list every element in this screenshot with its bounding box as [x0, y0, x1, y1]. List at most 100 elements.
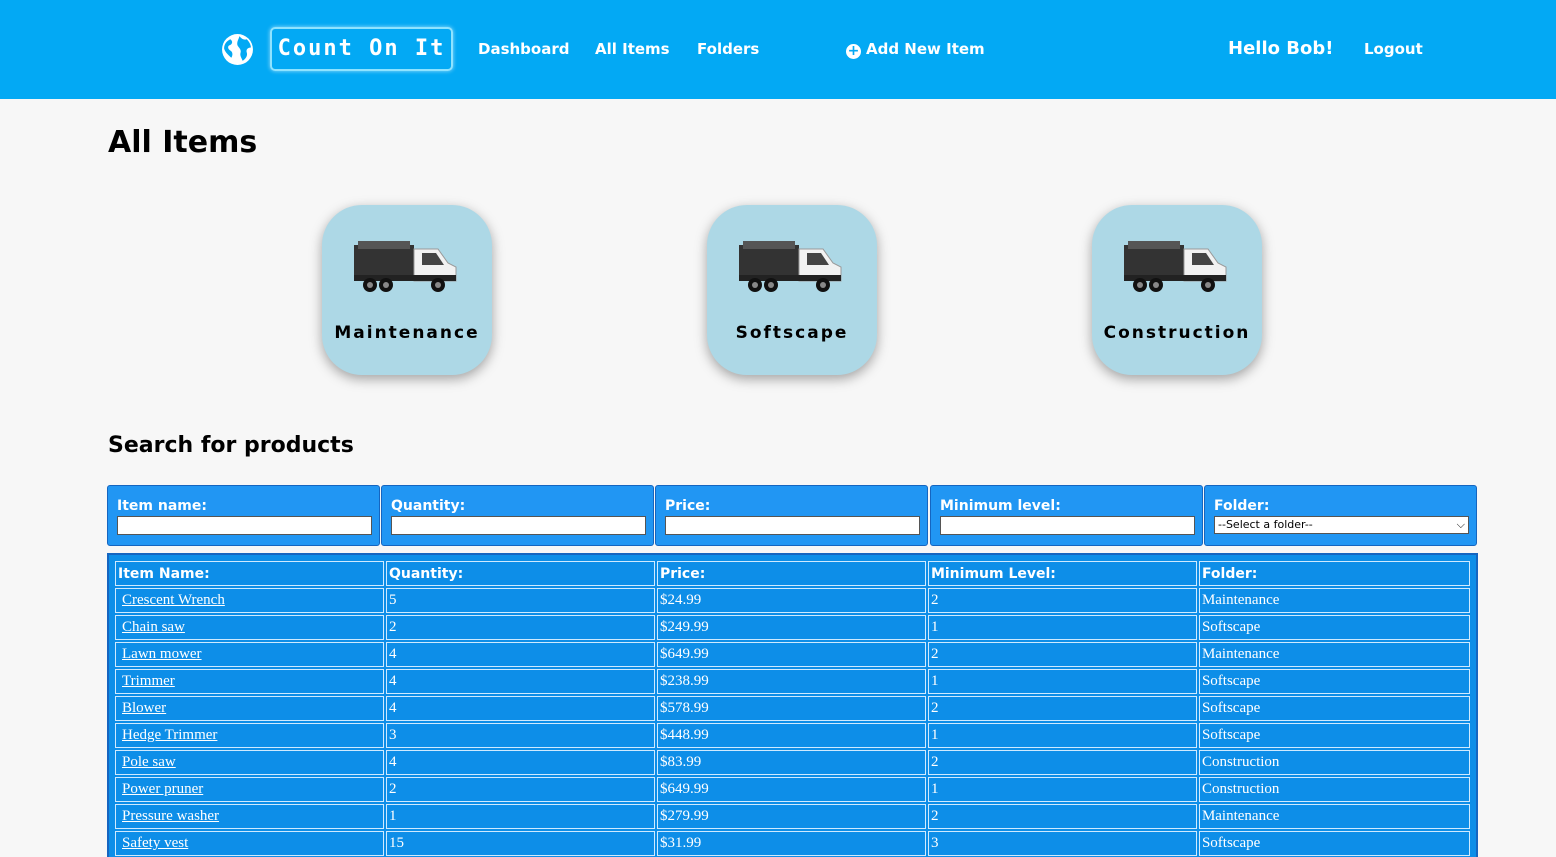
folder-card-softscape[interactable]: Softscape — [707, 205, 877, 375]
plus-circle-icon: + — [846, 43, 861, 59]
header-folder[interactable]: Folder: — [1198, 561, 1470, 586]
table-row: Pressure washer 1 $279.99 2 Maintenance — [115, 804, 1470, 829]
cell-folder: Construction — [1198, 777, 1470, 802]
item-link[interactable]: Crescent Wrench — [118, 592, 225, 608]
items-table: Item Name: Quantity: Price: Minimum Leve… — [113, 559, 1472, 857]
filter-folder: Folder: --Select a folder-- ⌵ — [1204, 485, 1477, 546]
filter-label: Item name: — [117, 498, 207, 514]
table-header-row: Item Name: Quantity: Price: Minimum Leve… — [115, 561, 1470, 586]
cell-price: $24.99 — [656, 588, 926, 613]
cell-minimum-level: 1 — [927, 615, 1197, 640]
cell-quantity: 4 — [385, 669, 655, 694]
cell-quantity: 4 — [385, 696, 655, 721]
cell-folder: Maintenance — [1198, 642, 1470, 667]
quantity-input[interactable] — [391, 516, 646, 535]
item-link[interactable]: Chain saw — [118, 619, 185, 635]
table-row: Lawn mower 4 $649.99 2 Maintenance — [115, 642, 1470, 667]
table-row: Pole saw 4 $83.99 2 Construction — [115, 750, 1470, 775]
table-row: Chain saw 2 $249.99 1 Softscape — [115, 615, 1470, 640]
cell-folder: Softscape — [1198, 669, 1470, 694]
cell-minimum-level: 1 — [927, 723, 1197, 748]
cell-price: $279.99 — [656, 804, 926, 829]
item-link[interactable]: Pressure washer — [118, 808, 219, 824]
cell-item-name: Pressure washer — [115, 804, 384, 829]
cell-item-name: Trimmer — [115, 669, 384, 694]
cell-minimum-level: 2 — [927, 642, 1197, 667]
cell-quantity: 5 — [385, 588, 655, 613]
cell-quantity: 3 — [385, 723, 655, 748]
table-row: Safety vest 15 $31.99 3 Softscape — [115, 831, 1470, 856]
cell-price: $238.99 — [656, 669, 926, 694]
cell-folder: Maintenance — [1198, 588, 1470, 613]
item-link[interactable]: Safety vest — [118, 835, 188, 851]
header-price[interactable]: Price: — [656, 561, 926, 586]
cell-quantity: 4 — [385, 642, 655, 667]
minimum-level-input[interactable] — [940, 516, 1195, 535]
cell-price: $649.99 — [656, 777, 926, 802]
cell-item-name: Blower — [115, 696, 384, 721]
cell-price: $578.99 — [656, 696, 926, 721]
folder-label: Maintenance — [334, 323, 480, 343]
navbar: Count On It Dashboard All Items Folders … — [0, 0, 1556, 99]
cell-price: $448.99 — [656, 723, 926, 748]
item-link[interactable]: Power pruner — [118, 781, 203, 797]
search-filters: Item name: Quantity: Price: Minimum leve… — [107, 485, 1478, 546]
cell-item-name: Lawn mower — [115, 642, 384, 667]
folder-card-maintenance[interactable]: Maintenance — [322, 205, 492, 375]
cell-minimum-level: 3 — [927, 831, 1197, 856]
add-new-item-label: Add New Item — [866, 40, 985, 58]
cell-quantity: 2 — [385, 615, 655, 640]
filter-label: Quantity: — [391, 498, 466, 514]
cell-minimum-level: 2 — [927, 750, 1197, 775]
cell-item-name: Crescent Wrench — [115, 588, 384, 613]
header-quantity[interactable]: Quantity: — [385, 561, 655, 586]
nav-logout[interactable]: Logout — [1364, 40, 1423, 58]
table-row: Power pruner 2 $649.99 1 Construction — [115, 777, 1470, 802]
item-link[interactable]: Hedge Trimmer — [118, 727, 217, 743]
cell-price: $31.99 — [656, 831, 926, 856]
cell-price: $249.99 — [656, 615, 926, 640]
items-table-container: Item Name: Quantity: Price: Minimum Leve… — [107, 553, 1478, 857]
brand-logo[interactable]: Count On It — [270, 27, 453, 71]
filter-price: Price: — [655, 485, 928, 546]
cell-folder: Softscape — [1198, 723, 1470, 748]
nav-all-items[interactable]: All Items — [595, 40, 670, 58]
cell-minimum-level: 2 — [927, 588, 1197, 613]
nav-dashboard[interactable]: Dashboard — [478, 40, 569, 58]
filter-label: Minimum level: — [940, 498, 1061, 514]
table-row: Blower 4 $578.99 2 Softscape — [115, 696, 1470, 721]
item-link[interactable]: Pole saw — [118, 754, 176, 770]
item-link[interactable]: Blower — [118, 700, 166, 716]
cell-folder: Construction — [1198, 750, 1470, 775]
filter-label: Folder: — [1214, 498, 1270, 514]
nav-folders[interactable]: Folders — [697, 40, 759, 58]
filter-label: Price: — [665, 498, 711, 514]
header-item-name[interactable]: Item Name: — [115, 561, 384, 586]
folder-select[interactable]: --Select a folder-- ⌵ — [1214, 516, 1469, 534]
folder-label: Softscape — [735, 323, 849, 343]
cell-item-name: Hedge Trimmer — [115, 723, 384, 748]
price-input[interactable] — [665, 516, 920, 535]
cell-quantity: 2 — [385, 777, 655, 802]
page-title: All Items — [108, 125, 258, 160]
cell-folder: Maintenance — [1198, 804, 1470, 829]
header-minimum-level[interactable]: Minimum Level: — [927, 561, 1197, 586]
filter-quantity: Quantity: — [381, 485, 654, 546]
search-title: Search for products — [108, 433, 354, 458]
cell-minimum-level: 1 — [927, 777, 1197, 802]
cell-folder: Softscape — [1198, 615, 1470, 640]
cell-folder: Softscape — [1198, 696, 1470, 721]
cell-item-name: Chain saw — [115, 615, 384, 640]
cell-quantity: 15 — [385, 831, 655, 856]
cell-quantity: 1 — [385, 804, 655, 829]
folder-card-construction[interactable]: Construction — [1092, 205, 1262, 375]
add-new-item-link[interactable]: + Add New Item — [846, 40, 985, 59]
item-link[interactable]: Lawn mower — [118, 646, 202, 662]
truck-icon — [739, 241, 842, 292]
item-name-input[interactable] — [117, 516, 372, 535]
item-link[interactable]: Trimmer — [118, 673, 175, 689]
cell-item-name: Power pruner — [115, 777, 384, 802]
cell-minimum-level: 2 — [927, 696, 1197, 721]
globe-icon — [222, 34, 253, 65]
truck-icon — [354, 241, 457, 292]
